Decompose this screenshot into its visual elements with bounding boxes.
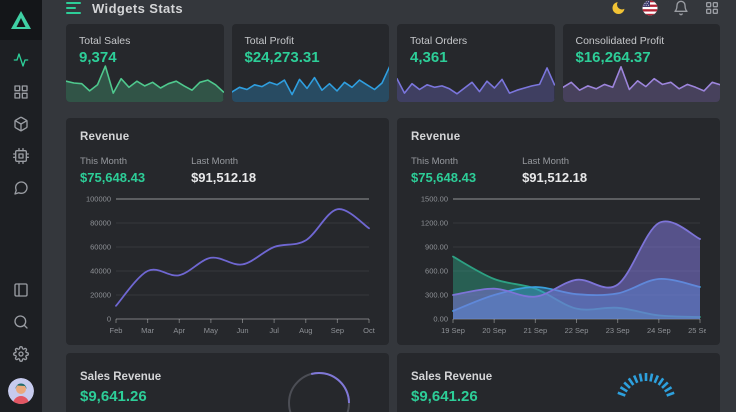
box-icon[interactable] <box>13 116 29 132</box>
revenue-area-chart: 0.00 300.00 600.00 900.00 1200.00 1500.00 19 S… <box>411 193 706 345</box>
sales-revenue-card-1: Sales Revenue $9,641.26 <box>66 353 389 412</box>
activity-icon[interactable] <box>13 52 29 68</box>
svg-text:0: 0 <box>107 315 111 324</box>
layout-panel-icon[interactable] <box>13 282 29 298</box>
last-month-stat: Last Month $91,512.18 <box>522 156 587 185</box>
page-title: Widgets Stats <box>92 1 183 16</box>
svg-text:100000: 100000 <box>86 195 111 204</box>
sales-revenue-card-2: Sales Revenue $9,641.26 <box>397 353 720 412</box>
sparkline-consolidated-profit <box>563 62 721 102</box>
sparkline-total-profit <box>232 62 390 102</box>
sparkline-total-orders <box>397 62 555 102</box>
svg-text:Apr: Apr <box>173 326 185 335</box>
svg-text:Sep: Sep <box>331 326 344 335</box>
svg-text:300.00: 300.00 <box>425 291 448 300</box>
svg-text:23 Sep: 23 Sep <box>606 326 630 335</box>
stat-label: Total Orders <box>397 24 555 47</box>
svg-text:24 Sep: 24 Sep <box>647 326 671 335</box>
bottom-row: Sales Revenue $9,641.26 Sales Revenue $9… <box>66 353 720 412</box>
svg-text:22 Sep: 22 Sep <box>565 326 589 335</box>
card-title: Revenue <box>411 131 706 143</box>
stat-amount: $91,512.18 <box>191 170 256 185</box>
svg-text:1200.00: 1200.00 <box>421 219 448 228</box>
revenue-line-chart: 0 20000 40000 60000 80000 100000 Feb Mar Apr May J… <box>80 193 375 345</box>
last-month-stat: Last Month $91,512.18 <box>191 156 256 185</box>
svg-text:0.00: 0.00 <box>433 315 448 324</box>
card-title: Revenue <box>80 131 375 143</box>
stat-label: Total Sales <box>66 24 224 47</box>
apps-grid-icon[interactable] <box>704 0 720 16</box>
dashboard-grid-icon[interactable] <box>13 84 29 100</box>
stat-label: Consolidated Profit <box>563 24 721 47</box>
stat-amount: $75,648.43 <box>411 170 476 185</box>
settings-gear-icon[interactable] <box>13 346 29 362</box>
sidebar-nav-bottom <box>8 270 34 412</box>
tick-gauge-chart <box>598 353 694 412</box>
svg-text:Feb: Feb <box>110 326 123 335</box>
avatar-image <box>8 378 34 404</box>
card-consolidated-profit[interactable]: Consolidated Profit $16,264.37 <box>563 24 721 102</box>
svg-text:Jul: Jul <box>269 326 279 335</box>
stat-sublabel: This Month <box>411 156 476 167</box>
ring-gauge-chart <box>267 353 363 412</box>
stat-label: Total Profit <box>232 24 390 47</box>
svg-text:Aug: Aug <box>299 326 312 335</box>
svg-text:25 Sep: 25 Sep <box>688 326 706 335</box>
sidebar <box>0 0 42 412</box>
topbar-icons <box>611 0 720 16</box>
search-icon[interactable] <box>13 314 29 330</box>
card-total-profit[interactable]: Total Profit $24,273.31 <box>232 24 390 102</box>
stat-amount: $91,512.18 <box>522 170 587 185</box>
app-window: Widgets Stats <box>0 0 736 412</box>
menu-toggle-icon[interactable] <box>66 2 82 14</box>
content: Total Sales 9,374 Total Profit $24,273.3… <box>42 16 736 412</box>
revenue-card-monthly: Revenue This Month $75,648.43 Last Month… <box>66 118 389 345</box>
stat-card-row: Total Sales 9,374 Total Profit $24,273.3… <box>66 24 720 102</box>
revenue-card-daily: Revenue This Month $75,648.43 Last Month… <box>397 118 720 345</box>
card-total-orders[interactable]: Total Orders 4,361 <box>397 24 555 102</box>
stat-sublabel: This Month <box>80 156 145 167</box>
this-month-stat: This Month $75,648.43 <box>411 156 476 185</box>
moon-icon[interactable] <box>611 0 627 16</box>
svg-text:Mar: Mar <box>141 326 154 335</box>
svg-text:20000: 20000 <box>90 291 111 300</box>
svg-text:600.00: 600.00 <box>425 267 448 276</box>
cpu-icon[interactable] <box>13 148 29 164</box>
svg-text:Oct: Oct <box>363 326 375 335</box>
svg-text:Jun: Jun <box>236 326 248 335</box>
bell-icon[interactable] <box>673 0 689 16</box>
this-month-stat: This Month $75,648.43 <box>80 156 145 185</box>
stat-sublabel: Last Month <box>522 156 587 167</box>
svg-text:19 Sep: 19 Sep <box>441 326 465 335</box>
svg-text:60000: 60000 <box>90 243 111 252</box>
svg-text:40000: 40000 <box>90 267 111 276</box>
top-bar: Widgets Stats <box>42 0 736 16</box>
stat-amount: $75,648.43 <box>80 170 145 185</box>
svg-text:80000: 80000 <box>90 219 111 228</box>
svg-text:1500.00: 1500.00 <box>421 195 448 204</box>
stat-sublabel: Last Month <box>191 156 256 167</box>
chat-icon[interactable] <box>13 180 29 196</box>
card-total-sales[interactable]: Total Sales 9,374 <box>66 24 224 102</box>
app-logo[interactable] <box>0 0 42 40</box>
main-area: Widgets Stats <box>42 0 736 412</box>
sidebar-nav-top <box>13 40 29 196</box>
svg-text:May: May <box>204 326 218 335</box>
revenue-row: Revenue This Month $75,648.43 Last Month… <box>66 118 720 345</box>
user-avatar[interactable] <box>8 378 34 404</box>
us-flag-icon[interactable] <box>642 0 658 16</box>
svg-text:21 Sep: 21 Sep <box>523 326 547 335</box>
triangle-logo-icon <box>10 10 32 30</box>
svg-text:900.00: 900.00 <box>425 243 448 252</box>
svg-text:20 Sep: 20 Sep <box>482 326 506 335</box>
sparkline-total-sales <box>66 62 224 102</box>
